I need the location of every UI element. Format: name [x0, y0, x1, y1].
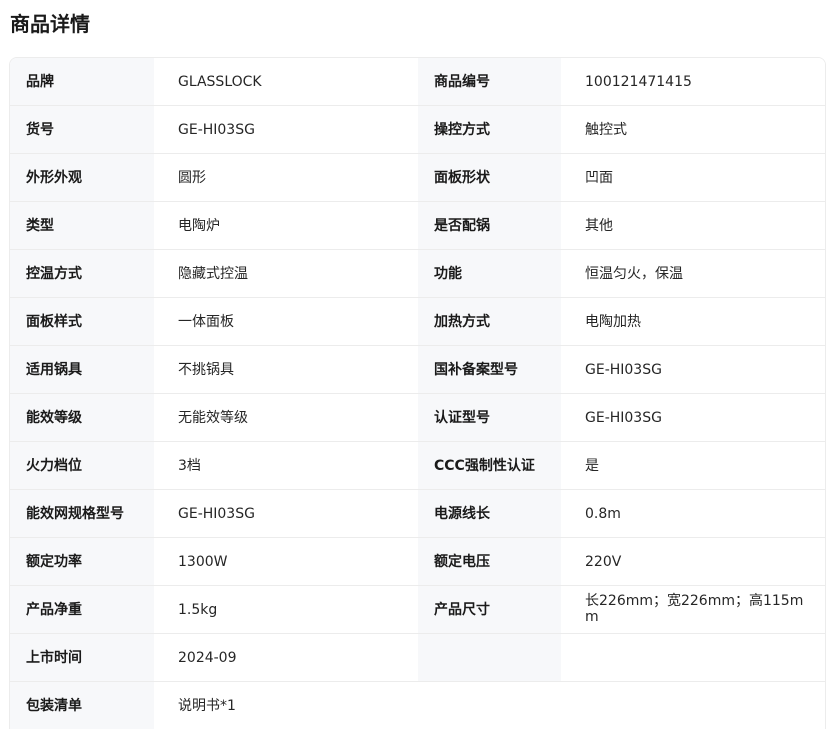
spec-label: 外形外观	[10, 154, 154, 202]
spec-value: GE-HI03SG	[154, 490, 418, 538]
spec-label: 产品尺寸	[418, 586, 561, 634]
spec-value: 一体面板	[154, 298, 418, 346]
spec-value: 恒温匀火，保温	[561, 250, 825, 298]
spec-row: 包装清单 说明书*1	[10, 682, 825, 729]
spec-row: 适用锅具 不挑锅具 国补备案型号 GE-HI03SG	[10, 346, 825, 394]
spec-label: 商品编号	[418, 58, 561, 106]
spec-value: 凹面	[561, 154, 825, 202]
spec-label: 面板形状	[418, 154, 561, 202]
spec-label: 额定功率	[10, 538, 154, 586]
spec-value: 隐藏式控温	[154, 250, 418, 298]
spec-label: 适用锅具	[10, 346, 154, 394]
spec-label: 控温方式	[10, 250, 154, 298]
spec-value: 触控式	[561, 106, 825, 154]
spec-label: 加热方式	[418, 298, 561, 346]
product-spec-table: 品牌 GLASSLOCK 商品编号 100121471415 货号 GE-HI0…	[9, 57, 826, 729]
spec-label: 火力档位	[10, 442, 154, 490]
spec-value: 电陶加热	[561, 298, 825, 346]
spec-row: 能效网规格型号 GE-HI03SG 电源线长 0.8m	[10, 490, 825, 538]
spec-label: CCC强制性认证	[418, 442, 561, 490]
spec-value: 1.5kg	[154, 586, 418, 634]
spec-label-empty	[418, 634, 561, 682]
spec-value: GE-HI03SG	[561, 346, 825, 394]
spec-label: 能效网规格型号	[10, 490, 154, 538]
spec-value: 是	[561, 442, 825, 490]
spec-value: 100121471415	[561, 58, 825, 106]
spec-value: 0.8m	[561, 490, 825, 538]
spec-label: 货号	[10, 106, 154, 154]
spec-label: 面板样式	[10, 298, 154, 346]
spec-value: GLASSLOCK	[154, 58, 418, 106]
spec-label: 认证型号	[418, 394, 561, 442]
spec-label: 能效等级	[10, 394, 154, 442]
spec-row: 面板样式 一体面板 加热方式 电陶加热	[10, 298, 825, 346]
spec-label: 包装清单	[10, 682, 154, 729]
spec-label: 产品净重	[10, 586, 154, 634]
spec-row: 品牌 GLASSLOCK 商品编号 100121471415	[10, 58, 825, 106]
spec-row: 货号 GE-HI03SG 操控方式 触控式	[10, 106, 825, 154]
spec-row: 控温方式 隐藏式控温 功能 恒温匀火，保温	[10, 250, 825, 298]
spec-label: 上市时间	[10, 634, 154, 682]
spec-value: 圆形	[154, 154, 418, 202]
spec-value: 1300W	[154, 538, 418, 586]
section-title: 商品详情	[10, 12, 90, 36]
spec-row: 上市时间 2024-09	[10, 634, 825, 682]
spec-label: 是否配锅	[418, 202, 561, 250]
spec-value: 3档	[154, 442, 418, 490]
spec-row: 外形外观 圆形 面板形状 凹面	[10, 154, 825, 202]
spec-value: 说明书*1	[154, 682, 825, 729]
spec-value: 不挑锅具	[154, 346, 418, 394]
spec-value: GE-HI03SG	[561, 394, 825, 442]
spec-row: 产品净重 1.5kg 产品尺寸 长226mm；宽226mm；高115mm	[10, 586, 825, 634]
spec-label: 电源线长	[418, 490, 561, 538]
spec-value: 220V	[561, 538, 825, 586]
spec-label: 类型	[10, 202, 154, 250]
spec-value: 长226mm；宽226mm；高115mm	[561, 586, 825, 634]
spec-row: 火力档位 3档 CCC强制性认证 是	[10, 442, 825, 490]
spec-row: 能效等级 无能效等级 认证型号 GE-HI03SG	[10, 394, 825, 442]
spec-label: 功能	[418, 250, 561, 298]
spec-value: GE-HI03SG	[154, 106, 418, 154]
spec-label: 操控方式	[418, 106, 561, 154]
spec-value: 电陶炉	[154, 202, 418, 250]
spec-value: 无能效等级	[154, 394, 418, 442]
spec-value: 其他	[561, 202, 825, 250]
spec-row: 额定功率 1300W 额定电压 220V	[10, 538, 825, 586]
spec-value: 2024-09	[154, 634, 418, 682]
spec-label: 额定电压	[418, 538, 561, 586]
spec-label: 国补备案型号	[418, 346, 561, 394]
spec-row: 类型 电陶炉 是否配锅 其他	[10, 202, 825, 250]
spec-label: 品牌	[10, 58, 154, 106]
spec-value-empty	[561, 634, 825, 682]
